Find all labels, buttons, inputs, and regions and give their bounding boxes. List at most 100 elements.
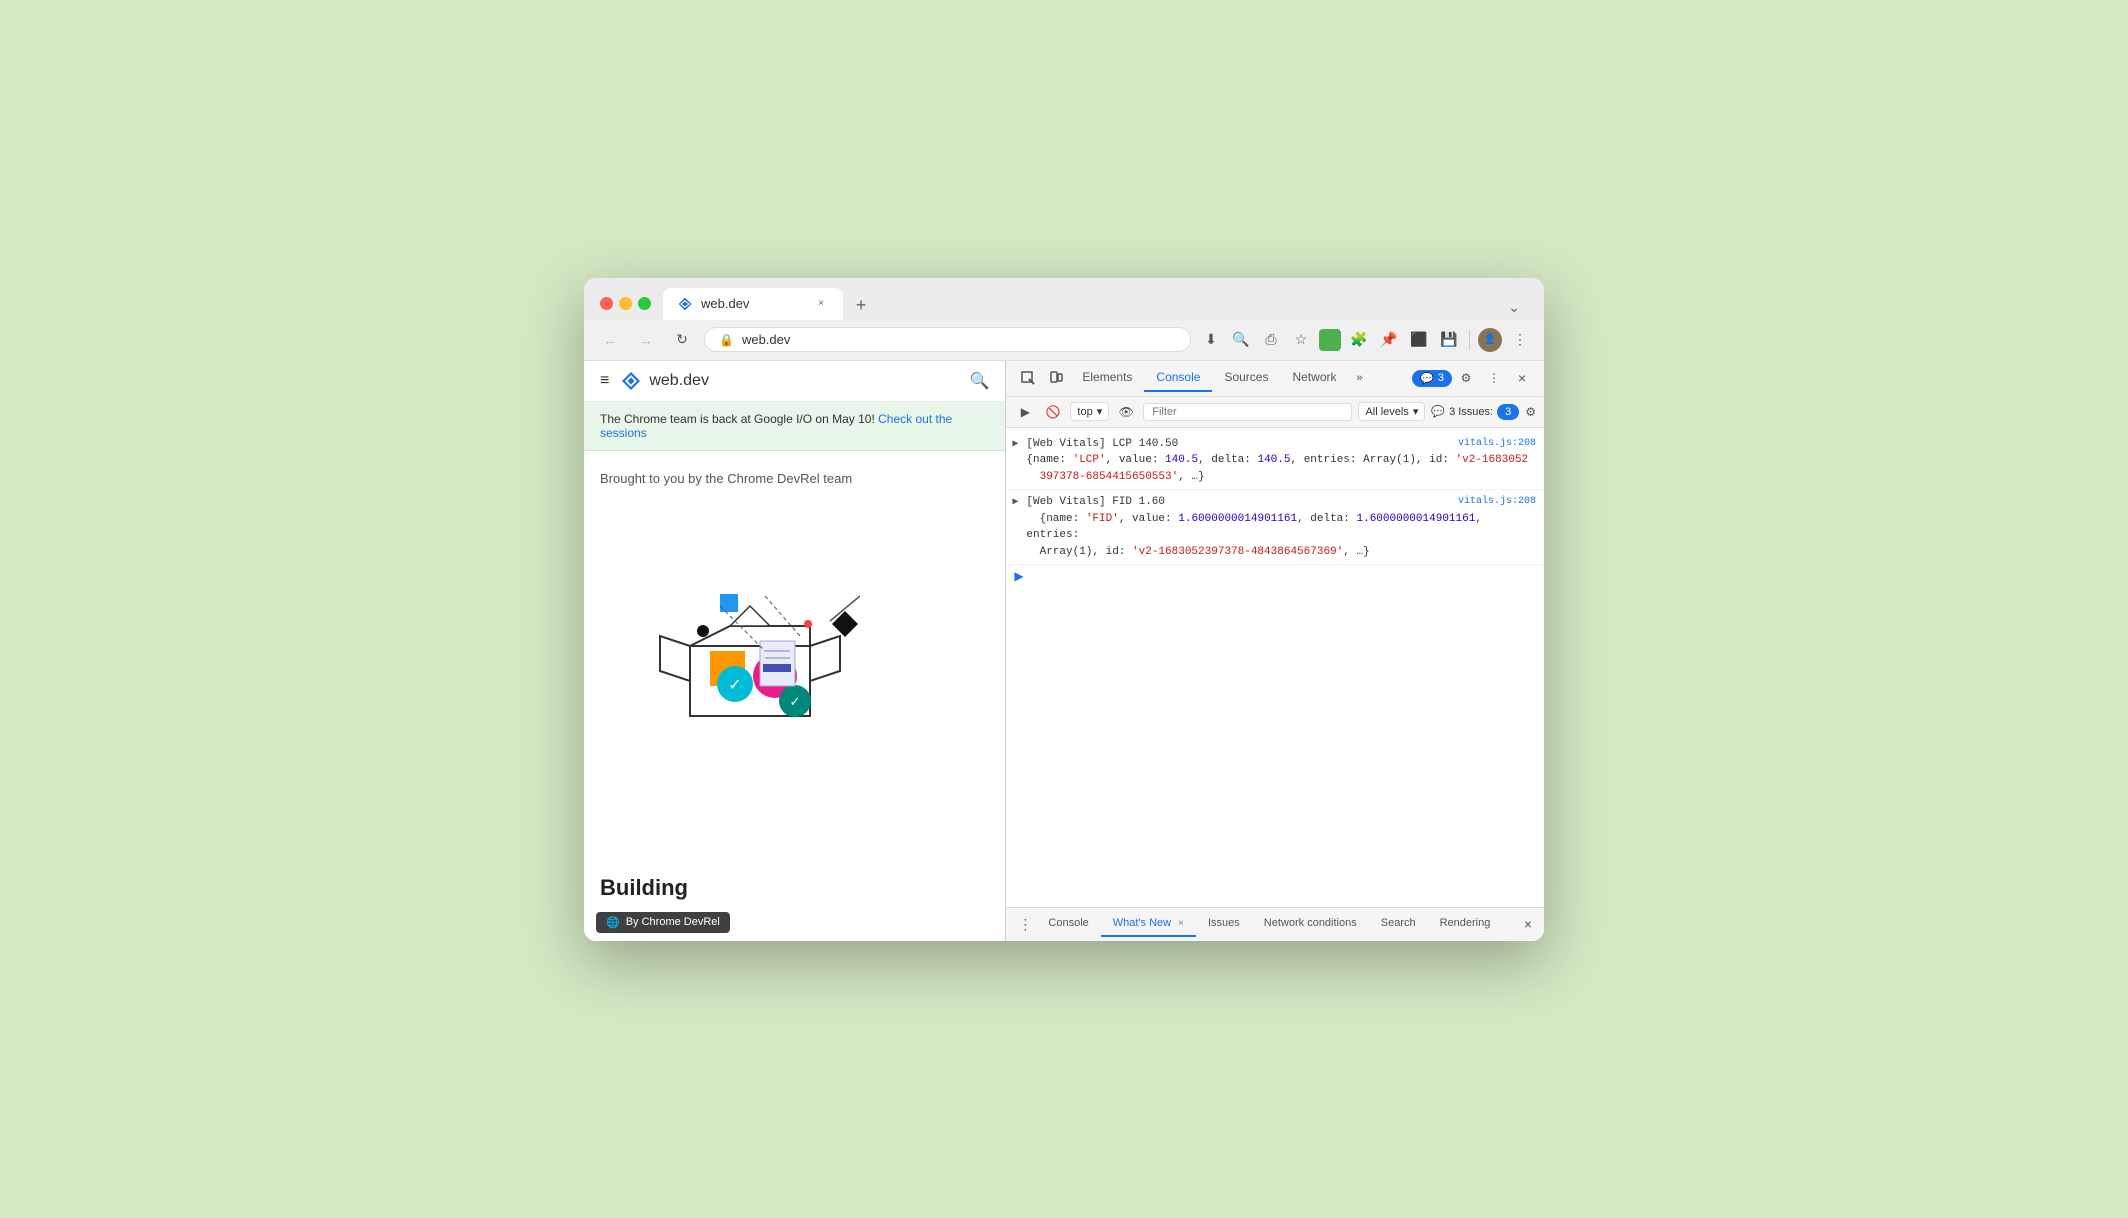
chrome-icon: 🌐 <box>606 916 620 929</box>
level-selector[interactable]: All levels ▾ <box>1358 402 1425 421</box>
more-tabs-button[interactable]: » <box>1349 366 1371 390</box>
clear-console-button[interactable]: 🚫 <box>1042 401 1064 423</box>
bottom-tab-console-label: Console <box>1048 917 1088 929</box>
refresh-button[interactable]: ↻ <box>668 326 696 354</box>
title-bar: web.dev × + ⌄ <box>584 278 1544 320</box>
address-bar[interactable]: 🔒 web.dev <box>704 327 1191 352</box>
devtools-panel: Elements Console Sources Network » 💬 3 ⚙… <box>1006 361 1544 941</box>
bottom-tabs: ⋮ Console What's New × Issues Network co… <box>1006 907 1544 941</box>
back-button[interactable]: ← <box>596 326 624 354</box>
share-icon[interactable]: ⎙ <box>1259 328 1283 352</box>
download-page-icon[interactable]: ⬇ <box>1199 328 1223 352</box>
building-text: Building <box>600 875 688 901</box>
maximize-window-button[interactable] <box>638 297 651 310</box>
search-page-icon[interactable]: 🔍 <box>1229 328 1253 352</box>
tab-sources[interactable]: Sources <box>1212 364 1280 392</box>
context-dropdown-icon: ▾ <box>1097 405 1103 418</box>
device-icon <box>1049 371 1063 385</box>
search-icon[interactable]: 🔍 <box>969 371 989 391</box>
live-expression-button[interactable]: 👁 <box>1115 401 1137 423</box>
bottom-tab-search-label: Search <box>1381 917 1416 929</box>
levels-dropdown-icon: ▾ <box>1413 405 1419 418</box>
save-icon[interactable]: 💾 <box>1437 328 1461 352</box>
issues-count: 3 <box>1438 372 1444 384</box>
hamburger-menu-icon[interactable]: ≡ <box>600 372 609 390</box>
console-cursor-line[interactable]: ▶ <box>1006 565 1544 587</box>
tab-network[interactable]: Network <box>1280 364 1348 392</box>
expand-arrow-lcp[interactable]: ▶ <box>1012 437 1018 452</box>
tab-elements[interactable]: Elements <box>1070 364 1144 392</box>
issues-badge[interactable]: 💬 3 <box>1412 370 1452 387</box>
webpage-panel: ≡ web.dev 🔍 The Chrome team is back at G… <box>584 361 1006 941</box>
issues-count-label: 3 Issues: <box>1449 406 1493 418</box>
pin-icon[interactable]: 📌 <box>1377 328 1401 352</box>
browser-window: web.dev × + ⌄ ← → ↻ 🔒 web.dev ⬇ 🔍 ⎙ ☆ 🧩 … <box>584 278 1544 941</box>
address-text: web.dev <box>742 332 1176 347</box>
bottom-tab-whats-new-label: What's New <box>1113 917 1171 929</box>
toolbar-actions: ⬇ 🔍 ⎙ ☆ 🧩 📌 ⬛ 💾 👤 ⋮ <box>1199 328 1532 352</box>
bottom-tab-network-conditions[interactable]: Network conditions <box>1252 911 1369 937</box>
entry-body-lcp: {name: 'LCP', value: 140.5, delta: 140.5… <box>1026 452 1536 485</box>
console-output: ▶ vitals.js:208 [Web Vitals] LCP 140.50 … <box>1006 428 1544 907</box>
hero-illustration: ✓ ✓ <box>600 506 860 726</box>
devtools-close-button[interactable]: × <box>1508 364 1536 392</box>
site-logo[interactable]: web.dev <box>621 371 709 391</box>
tab-close-button[interactable]: × <box>813 296 829 312</box>
execute-button[interactable]: ▶ <box>1014 401 1036 423</box>
bottom-tabs-menu[interactable]: ⋮ <box>1014 912 1036 937</box>
filter-input[interactable] <box>1143 403 1352 421</box>
banner-text: The Chrome team is back at Google I/O on… <box>600 412 875 426</box>
avatar[interactable]: 👤 <box>1478 328 1502 352</box>
bottom-tab-console[interactable]: Console <box>1036 911 1100 937</box>
new-tab-button[interactable]: + <box>847 292 875 320</box>
device-toggle-button[interactable] <box>1042 364 1070 392</box>
browser-toolbar: ← → ↻ 🔒 web.dev ⬇ 🔍 ⎙ ☆ 🧩 📌 ⬛ 💾 👤 ⋮ <box>584 320 1544 361</box>
bottom-tab-whats-new-close[interactable]: × <box>1178 918 1184 929</box>
forward-button[interactable]: → <box>632 326 660 354</box>
bottom-panel-close-button[interactable]: × <box>1520 912 1536 936</box>
tabs-area: web.dev × + ⌄ <box>663 288 1528 320</box>
context-text: top <box>1077 406 1092 418</box>
tab-menu-button[interactable]: ⌄ <box>1500 295 1528 320</box>
bottom-tab-whats-new[interactable]: What's New × <box>1101 911 1196 937</box>
close-window-button[interactable] <box>600 297 613 310</box>
extension-icon[interactable] <box>1319 329 1341 351</box>
expand-arrow-fid[interactable]: ▶ <box>1012 495 1018 510</box>
active-tab[interactable]: web.dev × <box>663 288 843 320</box>
bottom-tab-rendering-label: Rendering <box>1440 917 1491 929</box>
cast-icon[interactable]: ⬛ <box>1407 328 1431 352</box>
svg-text:✓: ✓ <box>728 677 741 694</box>
svg-text:✓: ✓ <box>790 694 801 709</box>
bottom-tab-issues[interactable]: Issues <box>1196 911 1252 937</box>
lock-icon: 🔒 <box>719 333 734 347</box>
source-link-fid[interactable]: vitals.js:208 <box>1458 494 1536 509</box>
webpage-header: ≡ web.dev 🔍 <box>584 361 1005 402</box>
cursor-icon: ▶ <box>1014 569 1023 583</box>
site-name: web.dev <box>649 372 709 390</box>
devtools-more-button[interactable]: ⋮ <box>1480 364 1508 392</box>
tab-console[interactable]: Console <box>1144 364 1212 392</box>
console-settings-icon[interactable]: ⚙ <box>1525 405 1536 419</box>
devtools-tabs: Elements Console Sources Network » 💬 3 ⚙… <box>1006 361 1544 397</box>
context-selector[interactable]: top ▾ <box>1070 402 1109 421</box>
minimize-window-button[interactable] <box>619 297 632 310</box>
traffic-lights <box>600 297 651 310</box>
bottom-tab-search[interactable]: Search <box>1369 911 1428 937</box>
tab-favicon <box>677 296 693 312</box>
inspect-icon <box>1021 371 1035 385</box>
issues-count-icon: 💬 <box>1431 405 1445 418</box>
extensions-icon[interactable]: 🧩 <box>1347 328 1371 352</box>
source-link-lcp[interactable]: vitals.js:208 <box>1458 436 1536 451</box>
banner: The Chrome team is back at Google I/O on… <box>584 402 1005 451</box>
bookmark-icon[interactable]: ☆ <box>1289 328 1313 352</box>
more-menu-icon[interactable]: ⋮ <box>1508 328 1532 352</box>
issues-count-display: 💬 3 Issues: 3 <box>1431 404 1519 420</box>
issues-icon: 💬 <box>1420 372 1434 385</box>
inspect-element-button[interactable] <box>1014 364 1042 392</box>
issues-count-badge[interactable]: 3 <box>1497 404 1519 420</box>
console-entry-fid: ▶ vitals.js:208 [Web Vitals] FID 1.60 {n… <box>1006 490 1544 565</box>
main-area: ≡ web.dev 🔍 The Chrome team is back at G… <box>584 361 1544 941</box>
page-footer: 🌐 By Chrome DevRel <box>584 904 1005 941</box>
bottom-tab-rendering[interactable]: Rendering <box>1428 911 1503 937</box>
devtools-settings-button[interactable]: ⚙ <box>1452 364 1480 392</box>
